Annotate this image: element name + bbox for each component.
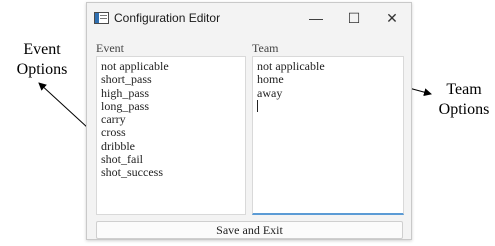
- event-option: carry: [101, 112, 126, 127]
- save-and-exit-button[interactable]: Save and Exit: [96, 221, 403, 239]
- event-option: shot_fail: [101, 152, 143, 167]
- minimize-icon: —: [309, 10, 323, 26]
- maximize-button[interactable]: ☐: [335, 3, 373, 33]
- event-option: cross: [101, 125, 126, 140]
- app-window-icon: [94, 12, 109, 24]
- close-icon: ✕: [386, 9, 398, 26]
- event-option: shot_success: [101, 165, 163, 180]
- text-cursor-line: [257, 99, 400, 113]
- team-options-annotation: Team Options: [438, 81, 490, 118]
- event-option: short_pass: [101, 72, 152, 87]
- team-option: home: [257, 72, 284, 87]
- event-arrow: [38, 82, 89, 129]
- event-option: long_pass: [101, 98, 149, 113]
- configuration-editor-window: Configuration Editor — ☐ ✕ Event Team no…: [86, 2, 412, 240]
- event-options-textarea[interactable]: not applicable short_pass high_pass long…: [96, 56, 246, 215]
- close-button[interactable]: ✕: [373, 3, 411, 33]
- minimize-button[interactable]: —: [297, 3, 335, 33]
- event-option: dribble: [101, 138, 135, 153]
- team-label: Team: [252, 41, 279, 55]
- team-option: not applicable: [257, 59, 325, 73]
- title-bar[interactable]: Configuration Editor — ☐ ✕: [87, 3, 411, 33]
- window-title: Configuration Editor: [114, 11, 221, 25]
- team-options-textarea[interactable]: not applicable home away: [252, 56, 404, 215]
- event-options-annotation: Event Options: [16, 41, 68, 78]
- event-option: not applicable: [101, 59, 169, 73]
- event-option: high_pass: [101, 85, 149, 100]
- event-label: Event: [96, 41, 124, 55]
- maximize-icon: ☐: [347, 9, 361, 26]
- team-option: away: [257, 85, 283, 100]
- text-caret: [257, 99, 258, 112]
